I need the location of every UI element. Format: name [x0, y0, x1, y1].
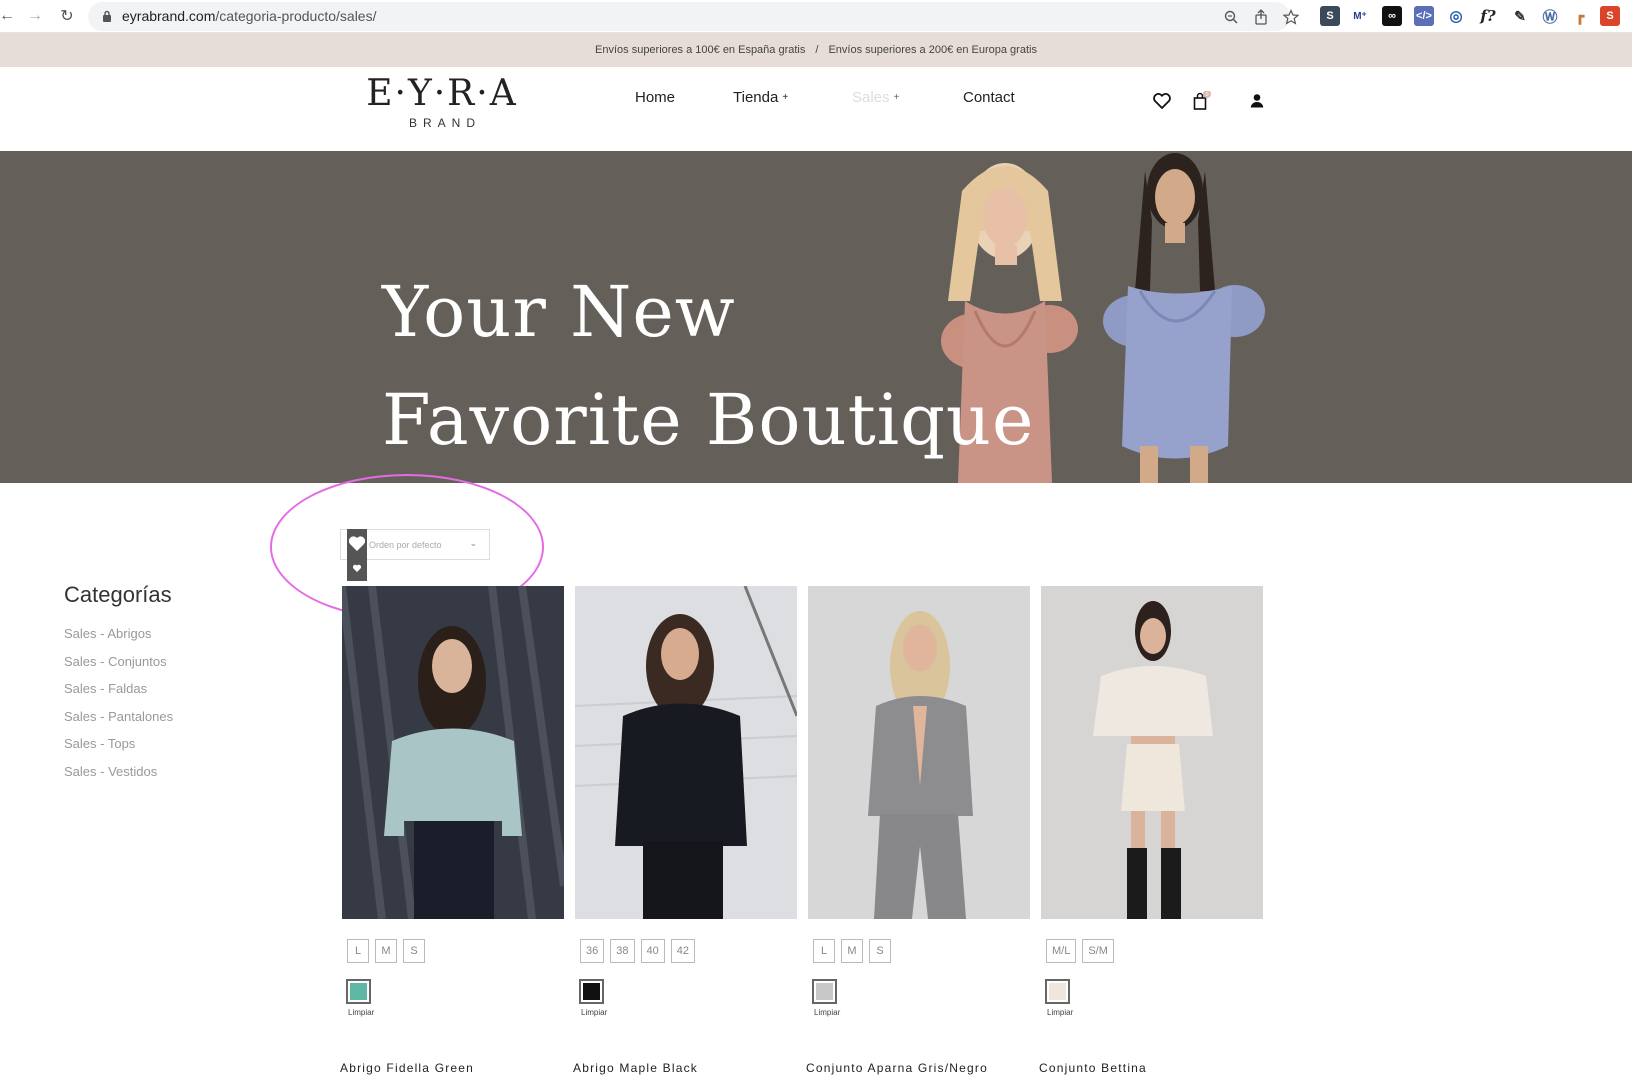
size-options: M/L S/M — [1046, 939, 1114, 963]
menu-tienda-label: Tienda — [733, 89, 779, 106]
color-swatch[interactable] — [579, 979, 604, 1004]
size-options: 36 38 40 42 — [580, 939, 695, 963]
size-option[interactable]: M/L — [1046, 939, 1077, 963]
size-option[interactable]: 40 — [640, 939, 665, 963]
extension-wordpress-icon[interactable]: Ⓦ — [1540, 6, 1560, 26]
cart-bag-icon[interactable]: 0 — [1191, 90, 1211, 111]
menu-sales-label: Sales — [852, 89, 890, 106]
size-option[interactable]: L — [813, 939, 835, 963]
color-swatch[interactable] — [812, 979, 837, 1004]
clear-selection-link[interactable]: Limpiar — [814, 1008, 840, 1017]
product-card[interactable]: 36 38 40 42 Limpiar Abrigo Maple Black — [573, 586, 797, 1075]
product-name[interactable]: Conjunto Aparna Gris/Negro — [806, 1061, 988, 1075]
logo-wordmark: E·Y·R·A — [366, 73, 518, 114]
size-option[interactable]: 38 — [610, 939, 635, 963]
size-option[interactable]: 36 — [580, 939, 605, 963]
size-option[interactable]: S — [403, 939, 425, 963]
sidebar-item-pantalones[interactable]: Sales - Pantalones — [64, 709, 173, 737]
zoom-icon[interactable] — [1222, 8, 1240, 26]
promo-separator: / — [815, 44, 819, 56]
extension-c-icon[interactable]: ◎ — [1446, 6, 1466, 26]
product-name[interactable]: Abrigo Maple Black — [573, 1061, 698, 1075]
size-option[interactable]: L — [347, 939, 369, 963]
hero-banner: Your New Favorite Boutique — [0, 151, 1632, 483]
extension-eyedropper-icon[interactable]: ✎ — [1510, 6, 1530, 26]
size-option[interactable]: M — [841, 939, 863, 963]
wishlist-heart-icon[interactable] — [1152, 91, 1172, 111]
browser-toolbar: ← → ↻ eyrabrand.com/categoria-producto/s… — [0, 0, 1632, 33]
back-icon[interactable]: ← — [0, 5, 18, 27]
eyra-logo[interactable]: E·Y·R·A BRAND — [366, 72, 518, 130]
lock-icon — [103, 10, 111, 22]
clear-selection-link[interactable]: Limpiar — [348, 1008, 374, 1017]
promo-spain: Envíos superiores a 100€ en España grati… — [595, 44, 806, 56]
product-card[interactable]: L M S Limpiar Abrigo Fidella Green — [340, 586, 564, 1075]
sidebar-item-conjuntos[interactable]: Sales - Conjuntos — [64, 654, 173, 682]
forward-icon[interactable]: → — [24, 5, 46, 27]
product-name[interactable]: Abrigo Fidella Green — [340, 1061, 474, 1075]
share-icon[interactable] — [1252, 8, 1270, 26]
extension-m-icon[interactable]: M⁺ — [1350, 6, 1370, 26]
menu-home-label: Home — [635, 89, 676, 106]
size-option[interactable]: S/M — [1082, 939, 1114, 963]
extension-bar-icon[interactable]: ┏ — [1570, 6, 1590, 26]
extension-font-icon[interactable]: f? — [1478, 6, 1498, 26]
url-path: /categoria-producto/sales/ — [215, 8, 377, 24]
logo-subtitle: BRAND — [408, 116, 481, 130]
menu-tienda[interactable]: Tienda + — [733, 89, 788, 106]
product-name[interactable]: Conjunto Bettina — [1039, 1061, 1147, 1075]
menu-home[interactable]: Home — [635, 89, 675, 106]
clear-selection-link[interactable]: Limpiar — [1047, 1008, 1073, 1017]
sidebar-item-faldas[interactable]: Sales - Faldas — [64, 681, 173, 709]
account-user-icon[interactable] — [1247, 91, 1267, 111]
product-card[interactable]: L M S Limpiar Conjunto Aparna Gris/Negro — [806, 586, 1030, 1075]
size-options: L M S — [347, 939, 425, 963]
color-swatch[interactable] — [1045, 979, 1070, 1004]
menu-contact[interactable]: Contact — [963, 89, 1015, 106]
clear-selection-link[interactable]: Limpiar — [581, 1008, 607, 1017]
product-image[interactable] — [808, 586, 1030, 919]
bookmark-star-icon[interactable] — [1282, 8, 1300, 26]
size-options: L M S — [813, 939, 891, 963]
extension-infinity-icon[interactable]: ∞ — [1382, 6, 1402, 26]
sidebar-item-abrigos[interactable]: Sales - Abrigos — [64, 626, 173, 654]
size-option[interactable]: S — [869, 939, 891, 963]
shipping-promo-bar: Envíos superiores a 100€ en España grati… — [0, 33, 1632, 67]
extension-code-icon[interactable]: </> — [1414, 6, 1434, 26]
promo-europe: Envíos superiores a 200€ en Europa grati… — [828, 44, 1037, 56]
submenu-plus-icon: + — [893, 92, 900, 103]
category-sidebar: Categorías Sales - Abrigos Sales - Conju… — [64, 582, 173, 792]
site-header: E·Y·R·A BRAND Home Tienda + Sales + Contac… — [0, 67, 1632, 151]
url-text: eyrabrand.com/categoria-producto/sales/ — [122, 8, 376, 24]
color-swatch[interactable] — [346, 979, 371, 1004]
cart-count-badge: 0 — [1205, 92, 1208, 98]
size-option[interactable]: 42 — [670, 939, 695, 963]
sidebar-title: Categorías — [64, 582, 172, 607]
product-image[interactable] — [342, 586, 564, 919]
submenu-plus-icon: + — [782, 92, 789, 103]
size-option[interactable]: M — [375, 939, 397, 963]
hero-title-line2: Favorite Boutique — [382, 379, 1035, 461]
product-image[interactable] — [575, 586, 797, 919]
product-image[interactable] — [1041, 586, 1263, 919]
url-domain: eyrabrand.com — [122, 8, 216, 24]
sidebar-item-vestidos[interactable]: Sales - Vestidos — [64, 764, 173, 792]
sidebar-item-tops[interactable]: Sales - Tops — [64, 736, 173, 764]
extension-s2-icon[interactable]: S — [1600, 6, 1620, 26]
extension-s-icon[interactable]: S — [1320, 6, 1340, 26]
product-card[interactable]: M/L S/M Limpiar Conjunto Bettina — [1039, 586, 1263, 1075]
hero-title-line1: Your New — [382, 271, 736, 353]
menu-sales[interactable]: Sales + — [852, 89, 899, 106]
menu-contact-label: Contact — [963, 89, 1015, 106]
reload-icon[interactable]: ↻ — [56, 5, 78, 27]
address-bar[interactable]: eyrabrand.com/categoria-producto/sales/ — [88, 2, 1299, 31]
